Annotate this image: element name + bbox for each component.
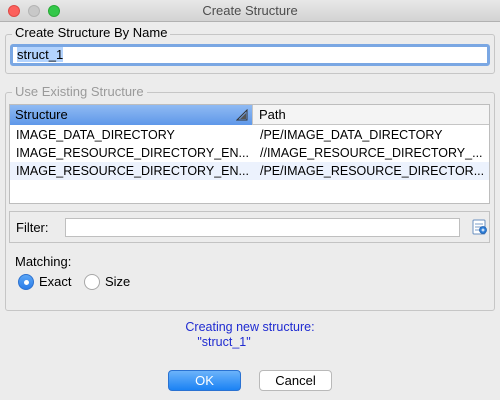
cell-path: //IMAGE_RESOURCE_DIRECTORY_... (260, 146, 483, 160)
status-line-1: Creating new structure: (185, 320, 315, 334)
structures-table: Structure Path IMAGE_DATA_DIRECTORY /PE/… (9, 104, 490, 204)
sort-icon (236, 109, 248, 121)
cell-structure: IMAGE_RESOURCE_DIRECTORY_EN... (16, 146, 249, 160)
status-message: Creating new structure: "struct_1" (0, 320, 500, 350)
status-line-2: "struct_1" (197, 335, 251, 349)
matching-exact-label: Exact (39, 274, 72, 289)
radio-unselected-icon (84, 274, 100, 290)
filter-panel: Filter: (9, 211, 490, 243)
matching-size-radio[interactable]: Size (84, 273, 144, 291)
close-window-button[interactable] (8, 5, 20, 17)
use-existing-legend: Use Existing Structure (12, 84, 147, 100)
table-row[interactable]: IMAGE_RESOURCE_DIRECTORY_EN... /PE/IMAGE… (10, 162, 489, 180)
window-title: Create Structure (202, 3, 298, 18)
cell-path: /PE/IMAGE_RESOURCE_DIRECTOR... (260, 164, 485, 178)
cancel-button[interactable]: Cancel (259, 370, 332, 391)
radio-selected-icon (18, 274, 34, 290)
cell-structure: IMAGE_DATA_DIRECTORY (16, 128, 175, 142)
title-bar: Create Structure (0, 0, 500, 22)
matching-exact-radio[interactable]: Exact (18, 273, 78, 291)
filter-input[interactable] (65, 218, 460, 237)
matching-size-label: Size (105, 274, 131, 289)
column-header-path[interactable]: Path (254, 105, 489, 125)
table-header: Structure Path (10, 105, 489, 125)
minimize-window-button[interactable] (28, 5, 40, 17)
matching-label: Matching: (15, 254, 72, 269)
structure-name-value: struct_1 (17, 47, 64, 62)
column-header-structure[interactable]: Structure (10, 105, 253, 125)
filter-label: Filter: (16, 220, 49, 235)
column-header-path-label: Path (259, 107, 286, 122)
maximize-window-button[interactable] (48, 5, 60, 17)
table-row[interactable]: IMAGE_RESOURCE_DIRECTORY_EN... //IMAGE_R… (10, 144, 489, 162)
table-row[interactable]: IMAGE_DATA_DIRECTORY /PE/IMAGE_DATA_DIRE… (10, 126, 489, 144)
cell-path: /PE/IMAGE_DATA_DIRECTORY (260, 128, 443, 142)
create-structure-dialog: Create Structure Create Structure By Nam… (0, 0, 500, 400)
cell-structure: IMAGE_RESOURCE_DIRECTORY_EN... (16, 164, 249, 178)
filter-options-icon[interactable] (472, 219, 488, 235)
ok-button[interactable]: OK (168, 370, 241, 391)
column-header-structure-label: Structure (15, 107, 68, 122)
structure-name-input[interactable]: struct_1 (10, 44, 490, 66)
create-by-name-legend: Create Structure By Name (12, 25, 171, 41)
